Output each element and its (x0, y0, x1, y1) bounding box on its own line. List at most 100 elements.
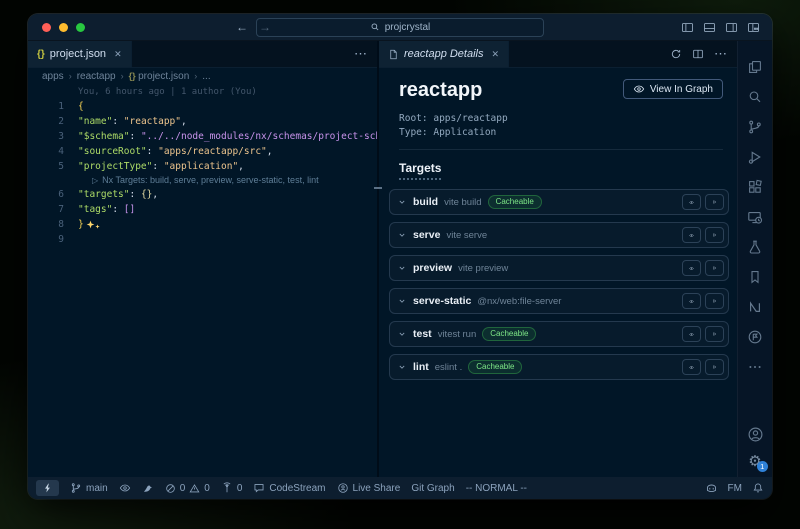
status-bar: main 0 0 0 CodeStream Live Share Git Gra… (28, 477, 772, 499)
accounts-icon[interactable] (747, 426, 764, 443)
view-target-button[interactable] (682, 194, 701, 210)
search-icon (370, 22, 380, 32)
back-button[interactable]: ← (236, 14, 248, 40)
project-meta: Root: apps/reactapp Type: Application (399, 112, 729, 140)
breadcrumb-item[interactable]: ... (202, 71, 210, 82)
target-card-lint[interactable]: linteslint .Cacheable (389, 354, 729, 380)
close-tab-icon[interactable]: ✕ (492, 49, 500, 60)
gitlens-icon[interactable] (738, 322, 772, 352)
fm-indicator[interactable]: FM (728, 483, 742, 494)
tab-project-json[interactable]: {} project.json ✕ (28, 41, 132, 67)
remote-indicator[interactable] (36, 480, 59, 496)
target-card-test[interactable]: testvitest runCacheable (389, 321, 729, 347)
run-target-button[interactable] (705, 227, 724, 243)
view-in-graph-button[interactable]: View In Graph (623, 79, 723, 99)
copilot-item[interactable] (705, 482, 718, 495)
source-control-icon[interactable] (738, 112, 772, 142)
refresh-icon[interactable] (670, 48, 682, 60)
error-count: 0 (180, 483, 186, 494)
breadcrumb-item[interactable]: reactapp (77, 71, 116, 82)
customize-layout-icon[interactable] (747, 21, 760, 34)
line-number: 6 (28, 187, 64, 202)
command-center[interactable]: projcrystal (256, 18, 544, 37)
view-target-button[interactable] (682, 227, 701, 243)
target-card-serve-static[interactable]: serve-static@nx/web:file-server (389, 288, 729, 314)
testing-beaker-icon[interactable] (738, 232, 772, 262)
minimize-window-button[interactable] (59, 23, 68, 32)
breadcrumb-item[interactable]: apps (42, 71, 64, 82)
view-target-button[interactable] (682, 359, 701, 375)
git-graph-item[interactable]: Git Graph (411, 483, 454, 494)
remote-explorer-icon[interactable] (738, 202, 772, 232)
settings-badge: 1 (757, 461, 768, 472)
bookmarks-icon[interactable] (738, 262, 772, 292)
live-share-item[interactable]: Live Share (337, 482, 401, 494)
notifications-item[interactable] (752, 482, 764, 494)
more-actions-icon[interactable]: ⋯ (714, 49, 727, 59)
project-title: reactapp (399, 79, 482, 102)
problems-item[interactable]: 0 0 (165, 483, 210, 494)
gitlens-blame-toggle[interactable] (119, 482, 131, 494)
codestream-item[interactable]: CodeStream (253, 482, 325, 494)
run-target-button[interactable] (705, 359, 724, 375)
nx-console-icon[interactable] (738, 292, 772, 322)
toggle-secondary-sidebar-icon[interactable] (725, 21, 738, 34)
more-actions-icon[interactable]: ⋯ (354, 49, 367, 59)
editor-group-divider[interactable] (377, 41, 379, 477)
chevron-down-icon[interactable] (397, 296, 407, 306)
chevron-down-icon[interactable] (397, 263, 407, 273)
chevron-down-icon[interactable] (397, 230, 407, 240)
run-target-button[interactable] (705, 326, 724, 342)
search-icon[interactable] (738, 82, 772, 112)
view-target-button[interactable] (682, 293, 701, 309)
target-card-preview[interactable]: previewvite preview (389, 255, 729, 281)
target-name: build (413, 196, 438, 208)
explorer-icon[interactable] (738, 52, 772, 82)
target-card-build[interactable]: buildvite buildCacheable (389, 189, 729, 215)
run-debug-icon[interactable] (738, 142, 772, 172)
git-branch-item[interactable]: main (70, 482, 108, 494)
close-tab-icon[interactable]: ✕ (114, 49, 122, 60)
breadcrumb-item[interactable]: {} project.json (129, 71, 190, 82)
zoom-window-button[interactable] (76, 23, 85, 32)
json-file-icon: {} (37, 49, 45, 60)
chevron-down-icon[interactable] (397, 197, 407, 207)
target-card-serve[interactable]: servevite serve (389, 222, 729, 248)
targets-heading: Targets (399, 161, 441, 180)
code-editor[interactable]: You, 6 hours ago | 1 author (You)1{2 "na… (28, 84, 377, 477)
tab-reactapp-details[interactable]: reactapp Details ✕ (379, 41, 509, 67)
copilot-sparkle-icon[interactable] (86, 220, 100, 229)
settings-gear-icon[interactable]: ⚙ 1 (748, 454, 761, 469)
forward-button[interactable]: → (259, 14, 271, 40)
more-views-icon[interactable] (738, 352, 772, 382)
ports-item[interactable]: 0 (221, 482, 243, 494)
code-text: "projectType": "application", (64, 159, 244, 174)
vim-mode-indicator[interactable]: -- NORMAL -- (466, 483, 527, 494)
line-number: 4 (28, 144, 64, 159)
code-line: 1{ (28, 99, 377, 114)
toggle-primary-sidebar-icon[interactable] (681, 21, 694, 34)
split-editor-icon[interactable] (692, 48, 704, 60)
target-name: lint (413, 361, 429, 373)
run-target-button[interactable] (705, 260, 724, 276)
view-target-button[interactable] (682, 260, 701, 276)
editor-group-left: {} project.json ✕ ⋯ apps›reactapp›{} pro… (28, 41, 377, 477)
bird-indicator[interactable] (142, 482, 154, 494)
view-target-button[interactable] (682, 326, 701, 342)
activity-bar: ⚙ 1 (737, 41, 772, 477)
code-line: 9 (28, 232, 377, 247)
nx-targets-codelens[interactable]: ▷Nx Targets: build, serve, preview, serv… (28, 174, 377, 187)
titlebar: ← → projcrystal (28, 14, 772, 41)
toggle-panel-icon[interactable] (703, 21, 716, 34)
code-text: } (64, 217, 100, 232)
line-number: 7 (28, 202, 64, 217)
radio-tower-icon (221, 482, 233, 494)
chevron-down-icon[interactable] (397, 329, 407, 339)
chevron-down-icon[interactable] (397, 362, 407, 372)
run-target-button[interactable] (705, 194, 724, 210)
extensions-icon[interactable] (738, 172, 772, 202)
bell-icon (752, 482, 764, 494)
run-target-button[interactable] (705, 293, 724, 309)
close-window-button[interactable] (42, 23, 51, 32)
target-command: @nx/web:file-server (477, 296, 561, 307)
